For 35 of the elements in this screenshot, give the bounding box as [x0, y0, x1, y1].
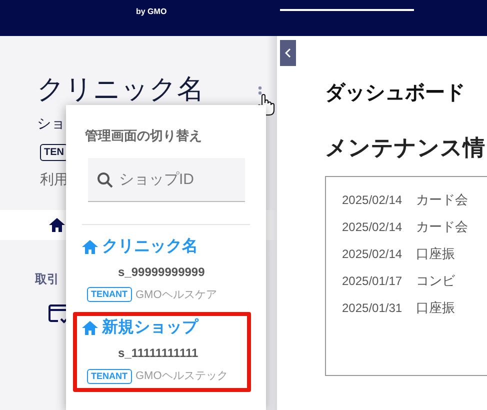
search-icon [97, 172, 113, 188]
shop-label: ショ [37, 114, 65, 133]
home-icon [81, 320, 99, 336]
maintenance-date: 2025/02/14 [342, 218, 402, 236]
shop-option[interactable]: 新規ショップ s_11111111111 TENANT GMOヘルステック [73, 312, 251, 392]
tenant-badge: TENANT [87, 287, 132, 302]
home-icon [48, 216, 66, 233]
page-title: ダッシュボード [325, 81, 465, 106]
popup-title: 管理画面の切り替え [85, 127, 202, 145]
shop-name: 新規ショップ [102, 318, 198, 338]
logo-subtitle: by GMO [136, 8, 167, 16]
search-field[interactable]: ショップID [88, 158, 245, 202]
maintenance-text: 口座振 [416, 298, 456, 317]
shop-name: クリニック名 [37, 73, 204, 106]
tenant-name: GMOヘルステック [136, 369, 228, 384]
kebab-menu-icon[interactable] [258, 86, 262, 95]
maintenance-date: 2025/01/31 [342, 300, 402, 316]
maintenance-text: コンビ [416, 272, 456, 290]
section-title: メンテナンス情 [325, 134, 485, 162]
chevron-left-icon [285, 48, 291, 58]
shop-name: クリニック名 [102, 236, 198, 256]
shop-option[interactable]: クリニック名 s_99999999999 TENANT GMOヘルスケア [73, 230, 251, 310]
tenant-name: GMOヘルスケア [136, 288, 217, 302]
maintenance-text: 口座振 [416, 244, 456, 263]
collapse-button[interactable] [280, 40, 296, 66]
tenant-badge: TENANT [87, 368, 132, 384]
maintenance-text: カード会 [416, 190, 468, 209]
section-label: 取引 [35, 270, 59, 288]
shop-id: s_11111111111 [118, 345, 198, 362]
maintenance-date: 2025/01/17 [342, 272, 402, 290]
home-icon [81, 238, 99, 254]
shop-id: s_99999999999 [118, 264, 205, 280]
maintenance-date: 2025/02/14 [342, 192, 402, 208]
maintenance-date: 2025/02/14 [342, 246, 402, 262]
maintenance-text: カード会 [416, 218, 468, 236]
